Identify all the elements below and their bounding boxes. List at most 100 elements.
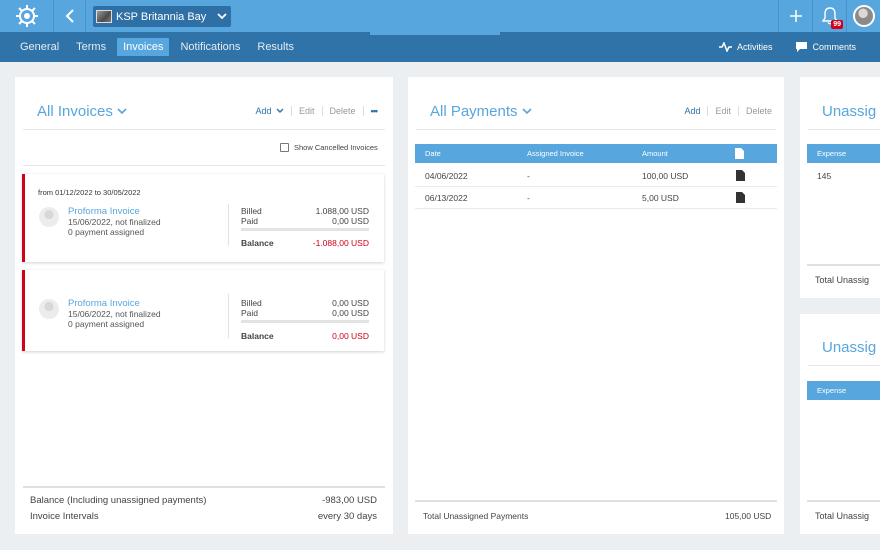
add-invoice-button[interactable]: Add [255, 106, 284, 116]
divider [415, 500, 777, 502]
balance-row: Balance -1.088,00 USD [241, 238, 369, 248]
column-header-amount[interactable]: Amount [642, 149, 668, 158]
balance-summary-row: Balance (Including unassigned payments) … [30, 495, 377, 506]
balance-label: Balance [241, 331, 274, 341]
billed-value: 0,00 USD [332, 298, 369, 308]
invoice-intervals-row: Invoice Intervals every 30 days [30, 511, 377, 522]
show-cancelled-toggle[interactable]: Show Cancelled Invoices [280, 143, 378, 152]
column-header-expense[interactable]: Expense [817, 386, 846, 395]
activities-link[interactable]: Activities [718, 42, 773, 52]
column-header-date[interactable]: Date [425, 149, 441, 158]
edit-invoice-button[interactable]: Edit [299, 106, 315, 116]
balance-summary-label: Balance (Including unassigned payments) [30, 495, 207, 506]
invoice-intervals-value: every 30 days [317, 511, 377, 522]
document-icon[interactable] [736, 170, 745, 181]
tab-general[interactable]: General [14, 38, 65, 56]
billed-label: Billed [241, 206, 262, 216]
payment-date: 04/06/2022 [425, 171, 468, 181]
row-divider [415, 186, 777, 187]
vessel-name: KSP Britannia Bay [116, 10, 207, 23]
invoice-date-status: 15/06/2022, not finalized [68, 217, 161, 227]
document-icon [735, 148, 744, 159]
divider [808, 129, 880, 130]
comments-link[interactable]: Comments [796, 42, 856, 52]
chevron-down-icon [276, 108, 284, 113]
payment-amount: 5,00 USD [642, 193, 679, 203]
chevron-down-icon [521, 108, 532, 115]
payments-title-text: All Payments [430, 103, 518, 120]
tab-notifications[interactable]: Notifications [174, 38, 246, 56]
add-payment-button[interactable]: Add [684, 106, 700, 116]
divider [228, 204, 229, 246]
unassigned-table-header: Expense [807, 381, 880, 400]
divider [737, 106, 739, 116]
add-button[interactable] [778, 0, 812, 32]
delete-invoice-button[interactable]: Delete [330, 106, 356, 116]
payments-table-header: Date Assigned Invoice Amount [415, 144, 777, 163]
tab-results[interactable]: Results [251, 38, 300, 56]
total-unassigned-payments-value: 105,00 USD [725, 511, 772, 521]
invoices-title[interactable]: All Invoices [37, 103, 127, 120]
divider [228, 294, 229, 338]
comment-icon [796, 42, 808, 52]
user-avatar-icon [39, 299, 59, 319]
invoice-payments: 0 payment assigned [68, 319, 145, 329]
edit-payment-button[interactable]: Edit [715, 106, 731, 116]
invoice-date-status: 15/06/2022, not finalized [68, 309, 161, 319]
pulse-icon [718, 42, 732, 52]
delete-payment-button[interactable]: Delete [746, 106, 772, 116]
app-logo[interactable] [0, 0, 54, 32]
paid-label: Paid [241, 216, 259, 226]
notifications-button[interactable]: 99 [812, 0, 846, 32]
column-header-assigned-invoice[interactable]: Assigned Invoice [527, 149, 584, 158]
chevron-down-icon [213, 13, 231, 20]
user-avatar-icon [39, 207, 59, 227]
vessel-thumbnail [96, 10, 112, 23]
divider [23, 129, 385, 130]
invoice-title[interactable]: Proforma Invoice [68, 298, 140, 309]
unassigned-title[interactable]: Unassig [822, 103, 876, 120]
column-header-expense[interactable]: Expense [817, 149, 846, 158]
tab-terms[interactable]: Terms [70, 38, 112, 56]
divider [807, 500, 880, 502]
activities-label: Activities [736, 42, 773, 52]
nav-tabs: General Terms Invoices Notifications Res… [14, 32, 305, 62]
invoice-payments: 0 payment assigned [68, 227, 145, 237]
balance-row: Balance 0,00 USD [241, 331, 369, 341]
billed-value: 1.088,00 USD [315, 206, 369, 216]
paid-row: Paid 0,00 USD [241, 308, 369, 318]
plus-icon [789, 10, 802, 22]
divider [362, 106, 364, 116]
balance-summary-value: -983,00 USD [322, 495, 377, 506]
payments-title[interactable]: All Payments [430, 103, 532, 120]
back-button[interactable] [54, 0, 86, 32]
invoice-card[interactable]: Proforma Invoice 15/06/2022, not finaliz… [22, 270, 384, 351]
user-menu-button[interactable] [846, 0, 880, 32]
balance-value: -1.088,00 USD [312, 238, 369, 248]
total-unassigned-payments-label: Total Unassigned Payments [423, 511, 529, 521]
payment-invoice: - [527, 193, 530, 203]
invoice-card[interactable]: from 01/12/2022 to 30/05/2022 Proforma I… [22, 174, 384, 262]
vessel-selector[interactable]: KSP Britannia Bay [93, 6, 231, 27]
divider [291, 106, 293, 116]
invoice-title[interactable]: Proforma Invoice [68, 206, 140, 217]
comments-label: Comments [812, 42, 856, 52]
paid-label: Paid [241, 308, 259, 318]
paid-progress-bar [241, 228, 369, 231]
payment-amount: 100,00 USD [642, 171, 689, 181]
paid-value: 0,00 USD [332, 216, 369, 226]
top-bar: KSP Britannia Bay 99 [0, 0, 880, 32]
divider [321, 106, 323, 116]
divider [807, 264, 880, 266]
chevron-down-icon [117, 108, 127, 115]
balance-label: Balance [241, 238, 274, 248]
unassigned-title[interactable]: Unassig [822, 339, 876, 356]
billed-label: Billed [241, 298, 262, 308]
document-icon[interactable] [736, 192, 745, 203]
billed-row: Billed 0,00 USD [241, 298, 369, 308]
total-unassigned-label: Total Unassig [815, 511, 870, 521]
show-cancelled-checkbox[interactable] [280, 143, 289, 152]
tab-invoices[interactable]: Invoices [117, 38, 170, 56]
more-options-button[interactable]: ••• [371, 106, 379, 116]
active-indicator [370, 32, 500, 35]
